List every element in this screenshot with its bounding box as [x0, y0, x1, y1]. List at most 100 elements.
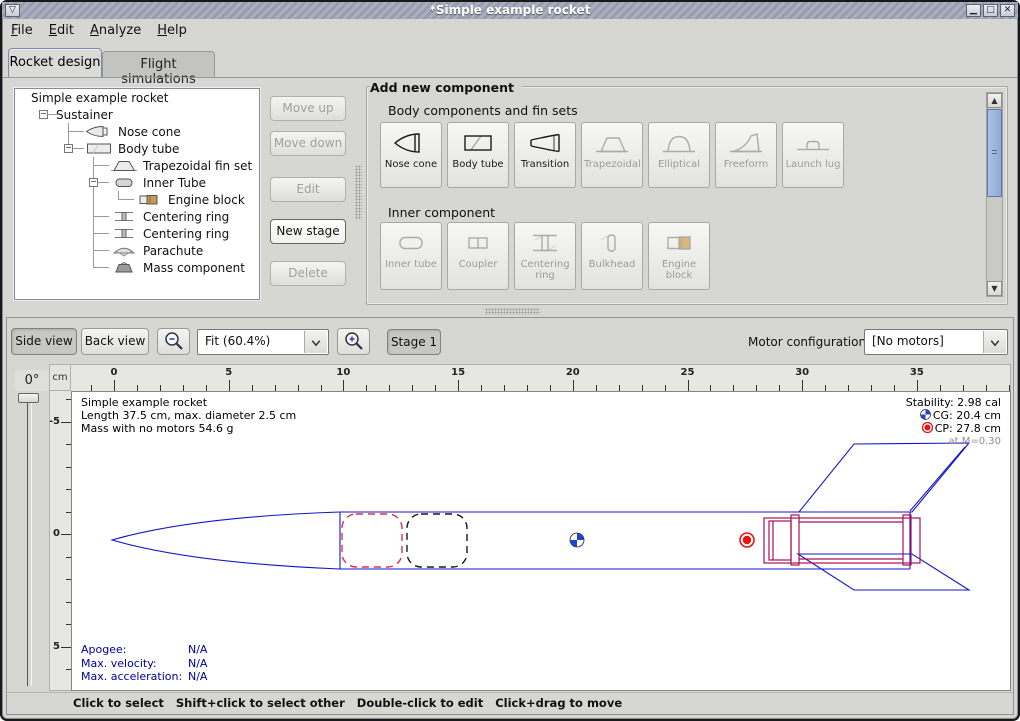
tree-guide: [31, 208, 56, 225]
tree-guide: [31, 123, 56, 140]
tree-item-label: Centering ring: [143, 210, 229, 224]
add-inner-tube-button[interactable]: Inner tube: [380, 222, 442, 290]
menu-edit[interactable]: Edit: [41, 19, 82, 38]
tree-item-centering-ring[interactable]: Centering ring: [15, 225, 259, 242]
scroll-up-icon[interactable]: ▲: [987, 93, 1002, 108]
body-tube-icon: [458, 128, 498, 158]
horizontal-ruler: 05101520253035: [71, 364, 1011, 391]
tree-guide: [81, 208, 106, 225]
flight-stat-value: N/A: [188, 657, 207, 670]
component-button-label: Engine block: [649, 258, 709, 284]
zoom-level-value: Fit (60.4%): [205, 334, 302, 348]
nose-cone-outline: [112, 512, 340, 569]
add-bulkhead-button[interactable]: Bulkhead: [581, 222, 643, 290]
move-up-button[interactable]: Move up: [270, 96, 346, 121]
collapse-icon[interactable]: −: [64, 144, 73, 153]
tree-guide: [31, 242, 56, 259]
zoom-level-combo[interactable]: Fit (60.4%): [197, 329, 329, 355]
add-transition-button[interactable]: Transition: [514, 122, 576, 188]
ruler-label: 5: [225, 367, 232, 378]
cg-value: 20.4 cm: [956, 409, 1001, 422]
stage-1-toggle[interactable]: Stage 1: [387, 329, 441, 355]
tree-guide: [56, 123, 81, 140]
tree-item-trapezoidal-fin-set[interactable]: Trapezoidal fin set: [15, 157, 259, 174]
rocket-drawing-canvas[interactable]: Simple example rocketLength 37.5 cm, max…: [71, 391, 1011, 691]
rocket-info-line: Simple example rocket: [81, 396, 296, 409]
add-elliptical-button[interactable]: Elliptical: [648, 122, 710, 188]
add-trapezoidal-button[interactable]: Trapezoidal: [581, 122, 643, 188]
menu-help[interactable]: Help: [149, 19, 195, 38]
body-components-label: Body components and fin sets: [388, 103, 578, 118]
tab-content-border: [3, 77, 1017, 78]
ruler-label: 20: [566, 367, 580, 378]
close-button[interactable]: ✕: [1000, 4, 1015, 17]
zoom-out-icon: [161, 329, 187, 355]
vertical-splitter[interactable]: [355, 165, 362, 220]
maximize-button[interactable]: □: [983, 4, 998, 17]
add-centering-ring-button[interactable]: Centering ring: [514, 222, 576, 290]
component-button-label: Freeform: [716, 158, 776, 173]
component-button-label: Centering ring: [515, 258, 575, 284]
menu-analyze[interactable]: Analyze: [82, 19, 149, 38]
add-nose-cone-button[interactable]: Nose cone: [380, 122, 442, 188]
tree-guide: [31, 174, 56, 191]
zoom-out-button[interactable]: [157, 328, 190, 355]
ruler-tick: [917, 380, 918, 391]
tree-guide: [81, 157, 106, 174]
fin-trapezoidal-icon: [592, 128, 632, 158]
collapse-icon[interactable]: −: [39, 110, 48, 119]
add-coupler-button[interactable]: Coupler: [447, 222, 509, 290]
rocket-outline: [112, 443, 969, 590]
menu-bar: FileEditAnalyzeHelp: [3, 19, 1017, 44]
motor-configuration-combo[interactable]: [No motors]: [864, 329, 1008, 355]
tree-item-body-tube[interactable]: −Body tube: [15, 140, 259, 157]
parachute-outline: [342, 514, 402, 567]
tree-item-mass-component[interactable]: Mass component: [15, 259, 259, 276]
edit-button[interactable]: Edit: [270, 177, 346, 202]
app-window: ▽ *Simple example rocket ▁ □ ✕ FileEditA…: [0, 0, 1020, 721]
tree-item-simple-example-rocket[interactable]: Simple example rocket: [15, 89, 259, 106]
minimize-button[interactable]: ▁: [966, 4, 981, 17]
menu-file[interactable]: File: [3, 19, 41, 38]
tree-item-inner-tube[interactable]: − Inner Tube: [15, 174, 259, 191]
back-view-button[interactable]: Back view: [81, 328, 149, 355]
add-body-tube-button[interactable]: Body tube: [447, 122, 509, 188]
component-panel-scrollbar[interactable]: ▲ ▼: [986, 92, 1003, 297]
tree-item-parachute[interactable]: Parachute: [15, 242, 259, 259]
scrollbar-thumb[interactable]: [987, 109, 1002, 197]
tree-item-nose-cone[interactable]: Nose cone: [15, 123, 259, 140]
move-down-button[interactable]: Move down: [270, 131, 346, 156]
ruler-tick: [114, 380, 115, 391]
zoom-in-button[interactable]: [337, 328, 370, 355]
new-stage-button[interactable]: New stage: [270, 219, 346, 244]
transition-icon: [525, 128, 565, 158]
tree-item-sustainer[interactable]: −Sustainer: [15, 106, 259, 123]
flight-stats: Apogee:N/AMax. velocity:N/AMax. accelera…: [81, 643, 207, 684]
status-bar: Click to select Shift+click to select ot…: [7, 692, 1013, 713]
inner-tube-icon: [109, 175, 139, 190]
fin-trapezoidal-icon: [109, 158, 139, 173]
delete-button[interactable]: Delete: [270, 261, 346, 286]
tree-item-label: Parachute: [143, 244, 203, 258]
horizontal-splitter[interactable]: [485, 308, 540, 315]
add-freeform-button[interactable]: Freeform: [715, 122, 777, 188]
centering-ring-icon: [109, 226, 139, 241]
launch-lug-icon: [793, 128, 833, 158]
scroll-down-icon[interactable]: ▼: [987, 281, 1002, 296]
motor-configuration-label: Motor configuration:: [748, 335, 870, 349]
collapse-icon[interactable]: −: [89, 178, 98, 187]
tree-guide: [81, 242, 106, 259]
tree-item-label: Inner Tube: [143, 176, 206, 190]
side-view-button[interactable]: Side view: [11, 328, 77, 355]
tree-item-centering-ring[interactable]: Centering ring: [15, 208, 259, 225]
chevron-down-icon[interactable]: [304, 331, 327, 353]
tab-rocket-design[interactable]: Rocket design: [8, 48, 102, 77]
tree-item-engine-block[interactable]: Engine block: [15, 191, 259, 208]
add-launch-lug-button[interactable]: Launch lug: [782, 122, 844, 188]
chevron-down-icon[interactable]: [983, 331, 1006, 353]
rotation-slider-handle[interactable]: [18, 393, 39, 403]
rocket-info-text: Simple example rocketLength 37.5 cm, max…: [81, 396, 296, 435]
component-tree[interactable]: Simple example rocket−SustainerNose cone…: [14, 88, 260, 300]
add-engine-block-button[interactable]: Engine block: [648, 222, 710, 290]
tab-flight-simulations[interactable]: Flight simulations: [102, 51, 215, 77]
